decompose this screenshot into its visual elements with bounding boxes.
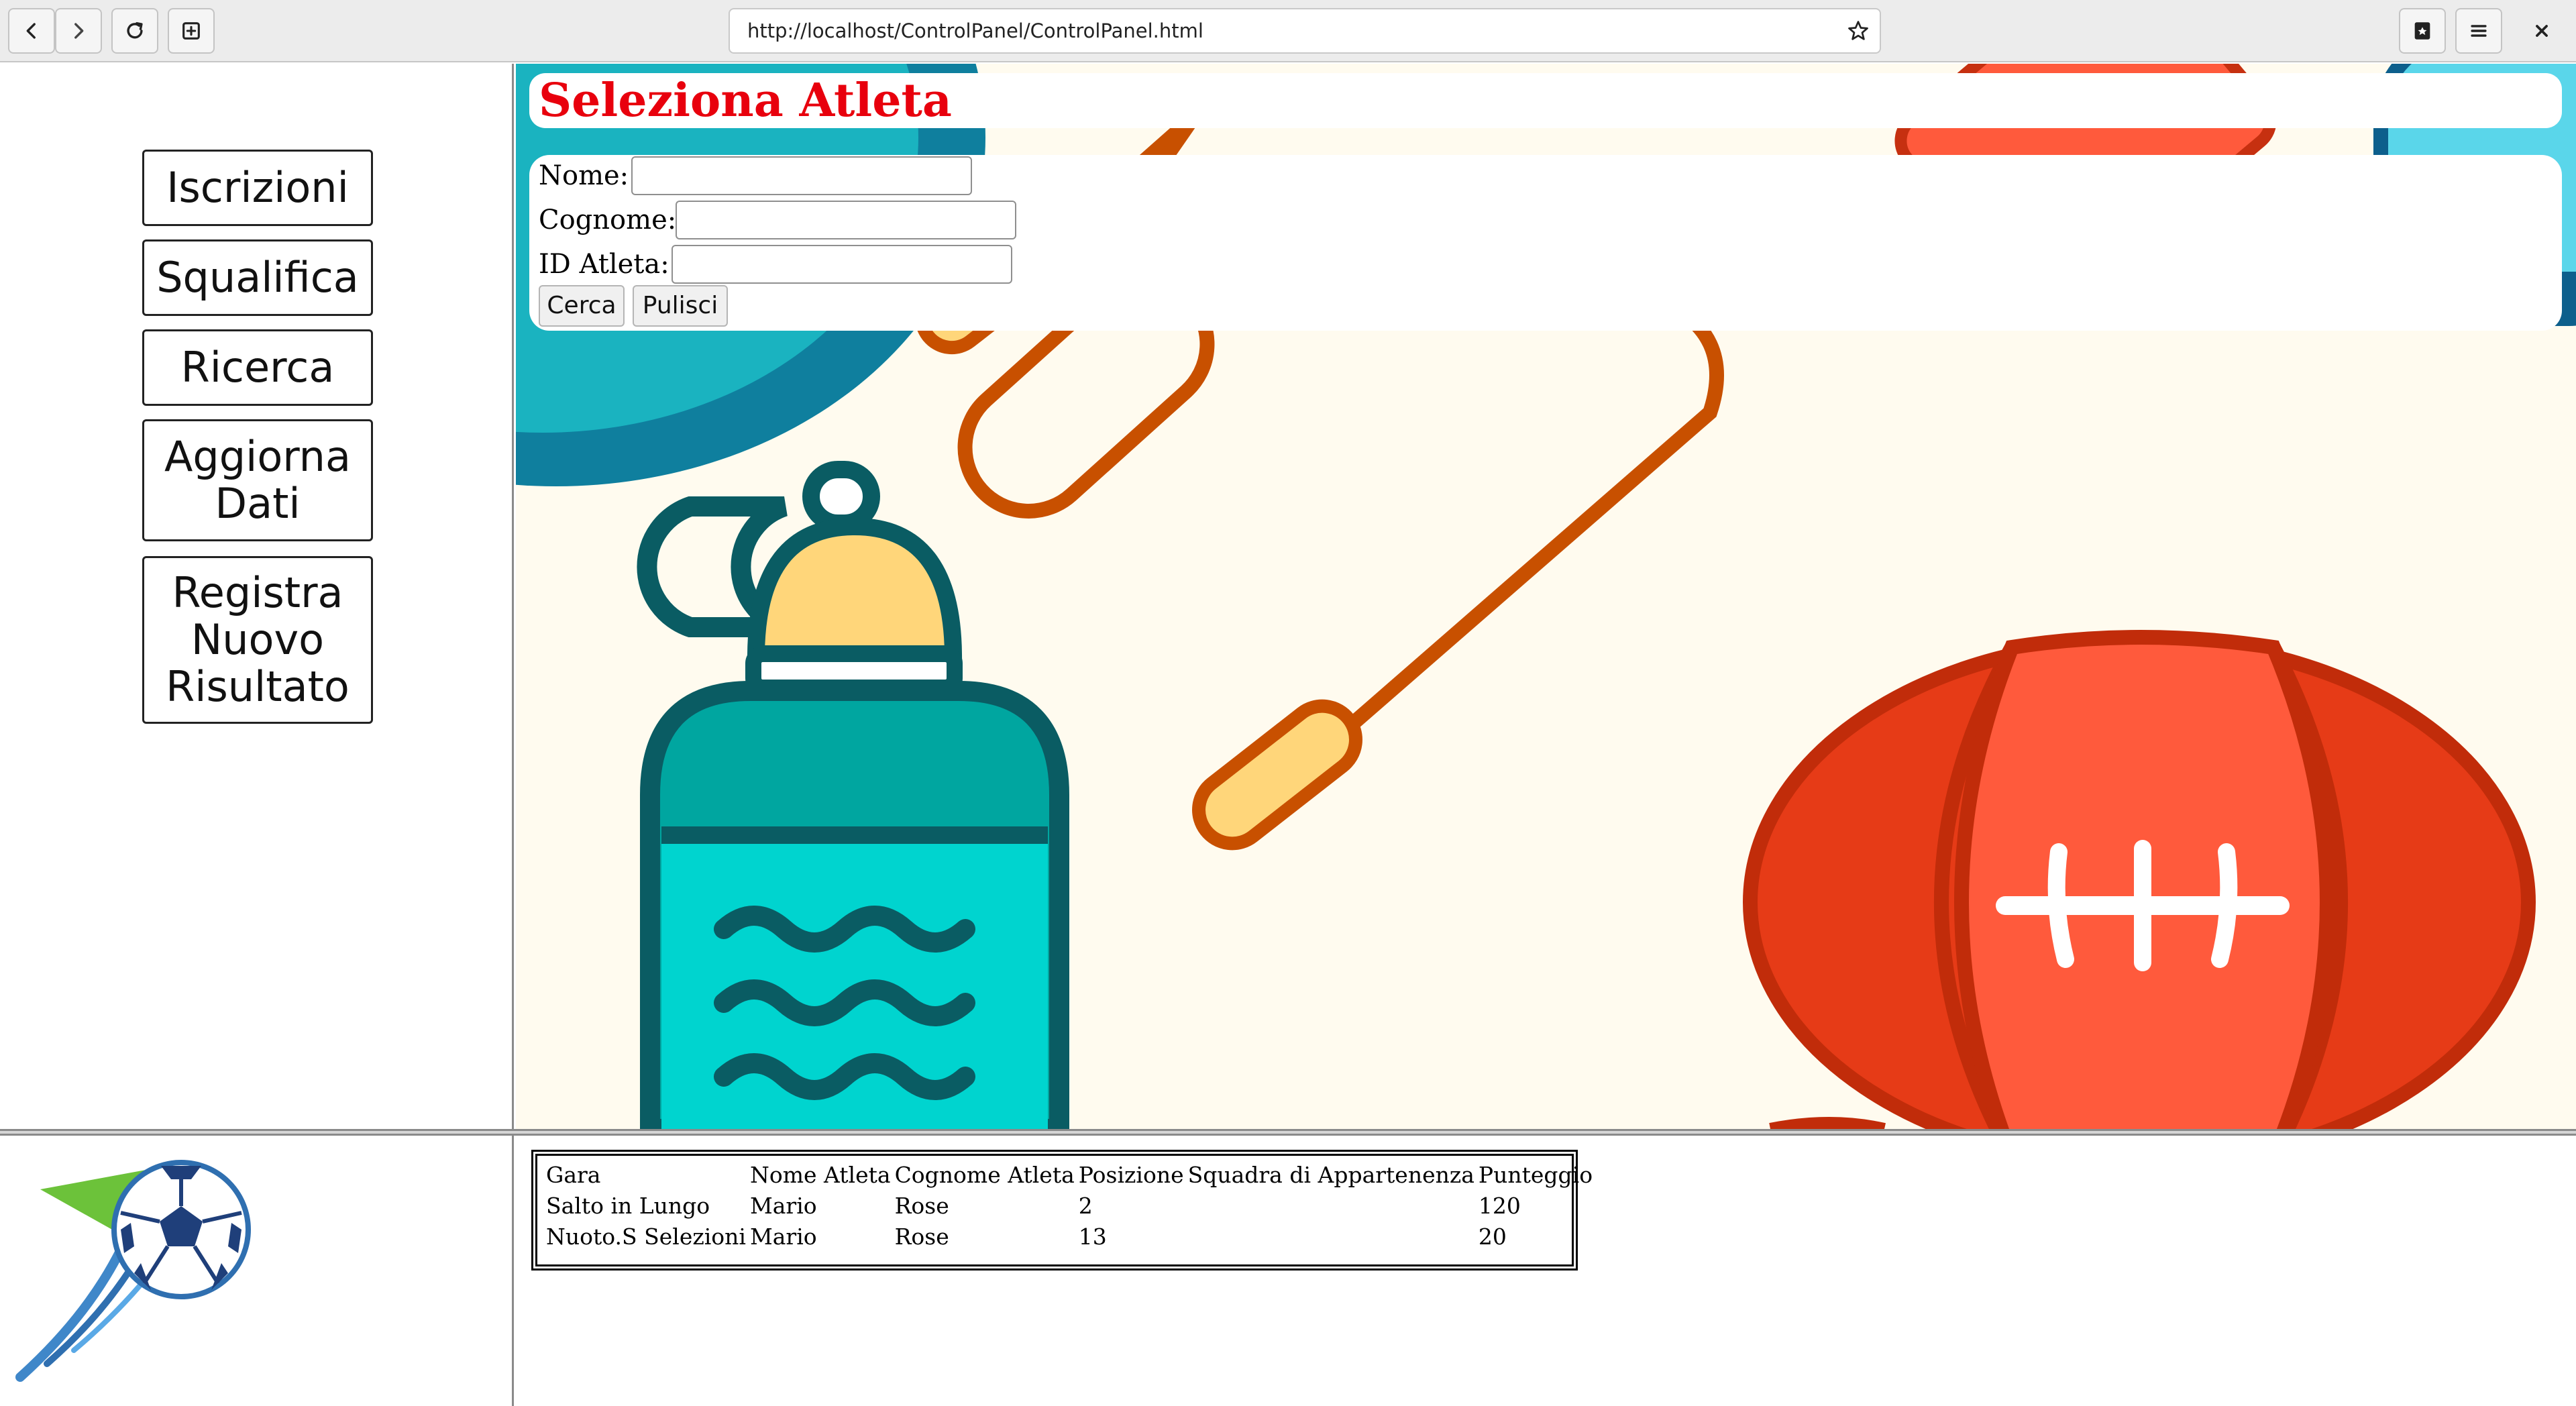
address-bar[interactable]: http://localhost/ControlPanel/ControlPan…: [729, 8, 1881, 54]
header-cognome-atleta: Cognome Atleta: [894, 1162, 1075, 1188]
page-title: Seleziona Atleta: [539, 74, 952, 127]
reader-button[interactable]: [2399, 8, 2446, 54]
iscrizioni-button[interactable]: Iscrizioni: [142, 150, 373, 226]
logo-frame: [0, 1136, 514, 1406]
bookmark-star-icon[interactable]: [1846, 19, 1870, 43]
cell-posizione: 13: [1078, 1224, 1107, 1250]
cell-nome: Mario: [749, 1193, 817, 1219]
search-button[interactable]: Cerca: [539, 285, 625, 327]
cell-posizione: 2: [1078, 1193, 1093, 1219]
content-frame: Seleziona Atleta Nome: Cognome: ID Atlet…: [516, 64, 2576, 1129]
cell-cognome: Rose: [894, 1224, 949, 1250]
frame-divider[interactable]: [0, 1129, 2576, 1136]
reload-button[interactable]: [111, 8, 158, 54]
registra-nuovo-risultato-button[interactable]: Registra Nuovo Risultato: [142, 556, 373, 724]
cell-gara: Nuoto.S Selezioni: [546, 1224, 746, 1250]
name-label: Nome:: [539, 160, 629, 191]
athlete-id-input[interactable]: [672, 245, 1012, 284]
reader-icon: [2414, 22, 2430, 40]
header-punteggio: Punteggio: [1478, 1162, 1593, 1188]
name-input[interactable]: [631, 156, 972, 195]
url-text[interactable]: http://localhost/ControlPanel/ControlPan…: [747, 9, 1203, 52]
cell-nome: Mario: [749, 1224, 817, 1250]
back-icon: [26, 23, 36, 39]
athlete-id-label: ID Atleta:: [539, 249, 669, 280]
cell-cognome: Rose: [894, 1193, 949, 1219]
forward-icon: [74, 23, 84, 39]
reload-icon: [127, 21, 143, 39]
header-squadra: Squadra di Appartenenza: [1187, 1162, 1474, 1188]
clear-button[interactable]: Pulisci: [633, 285, 728, 327]
table-row: Nuoto.S Selezioni Mario Rose 13 20: [544, 1222, 1595, 1252]
close-button[interactable]: [2518, 8, 2565, 54]
ricerca-button[interactable]: Ricerca: [142, 329, 373, 406]
browser-toolbar: http://localhost/ControlPanel/ControlPan…: [0, 0, 2576, 62]
results-table: Gara Nome Atleta Cognome Atleta Posizion…: [531, 1150, 1593, 1270]
new-tab-icon: [182, 22, 200, 40]
cell-punteggio: 20: [1478, 1224, 1507, 1250]
new-tab-button[interactable]: [168, 8, 215, 54]
cell-squadra: [1186, 1222, 1477, 1252]
bottle-ring-shape: [802, 461, 880, 532]
table-header-row: Gara Nome Atleta Cognome Atleta Posizion…: [544, 1160, 1595, 1191]
header-gara: Gara: [546, 1162, 601, 1188]
surname-input[interactable]: [676, 201, 1016, 239]
header-nome-atleta: Nome Atleta: [749, 1162, 891, 1188]
back-button[interactable]: [8, 8, 55, 54]
menu-frame: Iscrizioni Squalifica Ricerca Aggiorna D…: [0, 64, 514, 1129]
rope-handle-bottom-shape: [1192, 699, 1362, 851]
bottle-cap-shape: [747, 517, 963, 663]
search-form: Nome: Cognome: ID Atleta: Cerca Pulisci: [529, 155, 2562, 331]
forward-button[interactable]: [55, 8, 102, 54]
cell-punteggio: 120: [1478, 1193, 1521, 1219]
table-row: Salto in Lungo Mario Rose 2 120: [544, 1191, 1595, 1222]
header-posizione: Posizione: [1078, 1162, 1184, 1188]
cell-gara: Salto in Lungo: [546, 1193, 710, 1219]
menu-icon: [2471, 25, 2487, 37]
soccer-logo: [15, 1160, 251, 1382]
title-panel: Seleziona Atleta: [529, 73, 2562, 128]
cell-squadra: [1186, 1191, 1477, 1222]
squalifica-button[interactable]: Squalifica: [142, 239, 373, 316]
menu-button[interactable]: [2455, 8, 2502, 54]
surname-label: Cognome:: [539, 205, 677, 235]
aggiorna-dati-button[interactable]: Aggiorna Dati: [142, 419, 373, 541]
close-icon: [2536, 25, 2548, 37]
